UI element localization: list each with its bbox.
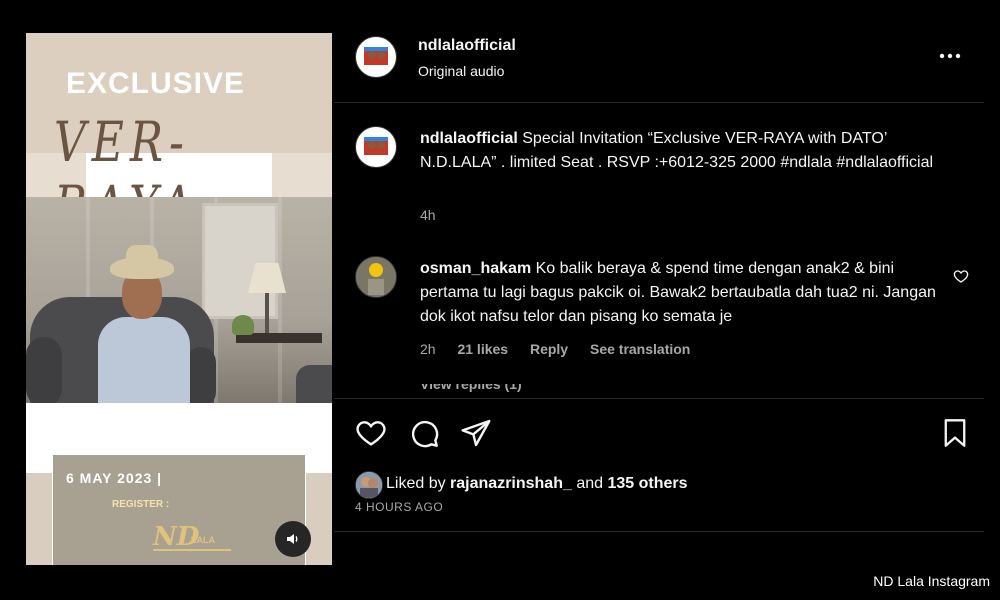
image-bottom-right [306,473,332,565]
caption-avatar-image [357,128,395,166]
image-register-label: REGISTER : [112,499,170,510]
likes-summary: Liked by rajanazrinshah_ and 135 others [386,475,688,493]
commenter-avatar[interactable] [355,256,397,298]
likes-prefix: Liked by [386,475,446,492]
caption-avatar[interactable] [355,126,397,168]
likes-and: and [576,475,604,492]
photo-lamp-pole [265,293,269,333]
view-replies-clipped[interactable]: View replies (1) [420,384,720,396]
image-credit: ND Lala Instagram [873,573,990,589]
likes-others[interactable]: 135 others [607,475,687,492]
photo-sofa-arm-right [186,347,216,403]
likers-avatar[interactable] [355,471,383,499]
comment-meta: 2h 21 likes Reply See translation [420,341,708,357]
commenter-avatar-image [356,257,396,297]
post-timestamp[interactable]: 4 HOURS AGO [355,500,443,514]
author-username[interactable]: ndlalaofficial [418,37,516,55]
comment-username[interactable]: osman_hakam [420,260,531,277]
likes-divider [334,531,984,532]
header-divider [334,102,984,103]
caption-username[interactable]: ndlalaofficial [420,130,518,147]
image-headline: EXCLUSIVE [66,67,246,100]
photo-man-body [98,317,190,403]
share-icon[interactable] [460,417,492,449]
likes-user[interactable]: rajanazrinshah_ [450,475,572,492]
audio-label[interactable]: Original audio [418,63,504,79]
svg-text:LALA: LALA [191,535,215,545]
more-options-icon[interactable] [938,48,962,64]
speaker-icon [287,534,298,544]
post-caption: ndlalaofficial Special Invitation “Exclu… [420,127,950,175]
comment-like-icon[interactable] [953,268,969,284]
comments-divider [334,398,984,399]
image-photo [26,197,332,403]
view-replies-button[interactable]: View replies (1) [420,384,720,392]
caption-timestamp[interactable]: 4h [420,207,436,223]
bookmark-icon[interactable] [941,418,969,448]
comment-body: osman_hakam Ko balik beraya & spend time… [420,257,940,329]
image-date: 6 MAY 2023 | [66,470,163,486]
comment-time[interactable]: 2h [420,341,436,357]
photo-man-hat-crown [126,245,158,267]
comment-icon[interactable] [408,417,440,449]
see-translation-button[interactable]: See translation [590,341,690,357]
post-image[interactable]: EXCLUSIVE VER-RAYA 6 MAY 2023 | REGISTER… [26,33,332,565]
comment-likes[interactable]: 21 likes [457,341,508,357]
likers-avatar-image [356,472,382,498]
photo-sofa-arm-left [26,337,62,403]
photo-second-chair [296,365,332,403]
author-avatar[interactable] [355,36,397,78]
photo-plant [232,315,254,335]
sound-toggle-button[interactable] [275,521,311,557]
image-bottom-left [26,473,52,565]
reply-button[interactable]: Reply [530,341,568,357]
author-avatar-image [357,38,395,76]
nd-lala-logo: ND LALA [152,522,231,552]
heart-icon[interactable] [355,417,387,449]
